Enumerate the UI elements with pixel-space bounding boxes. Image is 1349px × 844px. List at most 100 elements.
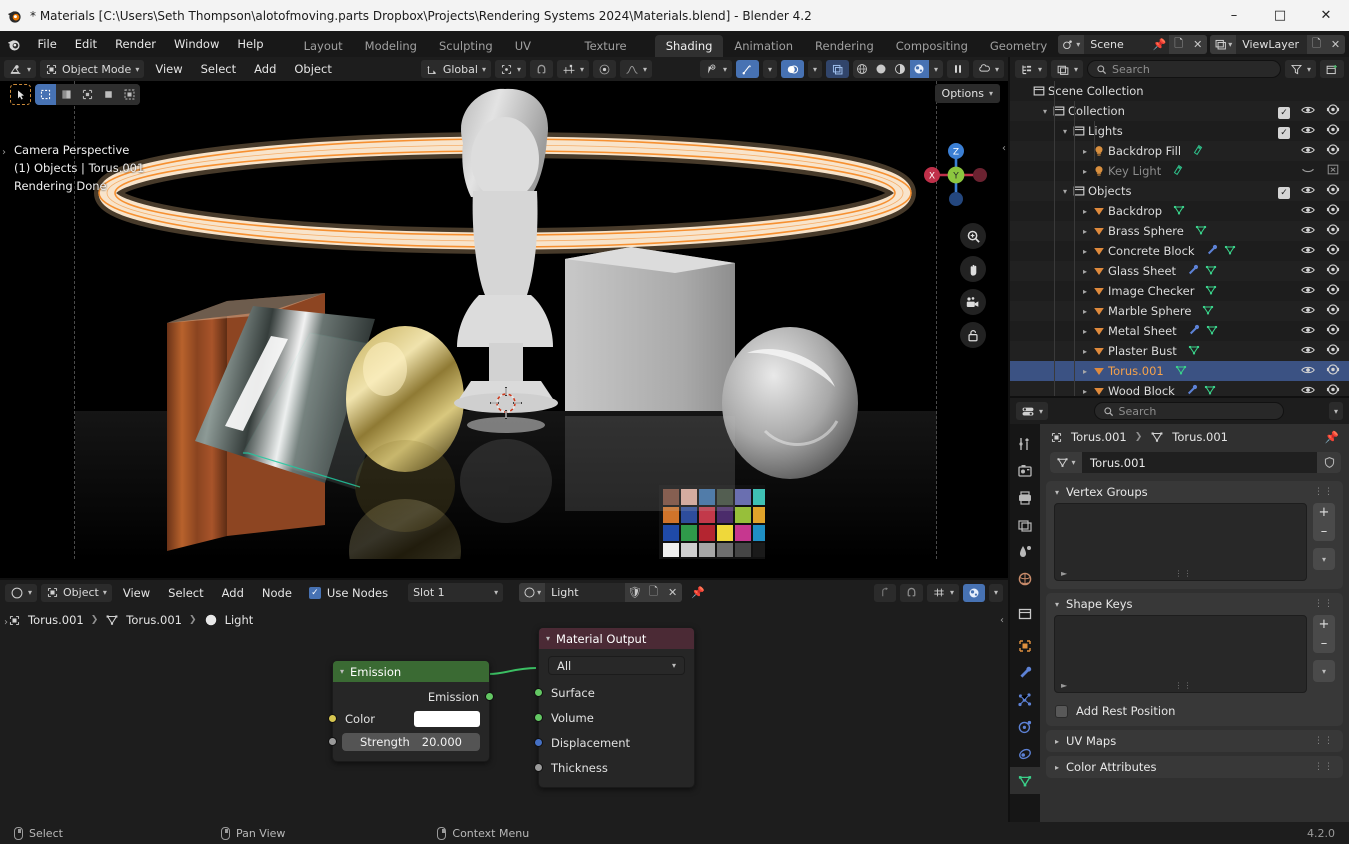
- panel-grip-icon[interactable]: ⋮⋮: [1314, 599, 1334, 609]
- disable-in-renders-icon[interactable]: [1326, 383, 1340, 397]
- meshdata-icon[interactable]: [1204, 283, 1218, 300]
- panel-color-attributes[interactable]: ▸ Color Attributes ⋮⋮: [1046, 756, 1343, 778]
- new-material-icon[interactable]: 🗋: [644, 583, 664, 602]
- remove-shape-key-button[interactable]: –: [1313, 634, 1335, 653]
- disable-in-renders-icon[interactable]: [1326, 163, 1340, 179]
- exclude-checkbox[interactable]: ✓: [1278, 124, 1290, 139]
- chevron-right-icon[interactable]: ▸: [1055, 737, 1059, 746]
- expand-toggle-icon[interactable]: ▸: [1080, 267, 1090, 276]
- meshdata-icon[interactable]: [1223, 243, 1237, 260]
- expand-toggle-icon[interactable]: ▾: [1060, 127, 1070, 136]
- disable-in-renders-icon[interactable]: [1326, 263, 1340, 279]
- zoom-icon[interactable]: [960, 223, 986, 249]
- expand-toggle-icon[interactable]: ▸: [1080, 147, 1090, 156]
- hide-in-viewport-icon[interactable]: [1301, 144, 1315, 159]
- fake-user-shield-icon[interactable]: [1317, 452, 1341, 473]
- panel-uv-maps-header[interactable]: ▸ UV Maps ⋮⋮: [1046, 730, 1343, 752]
- transform-orientation-selector[interactable]: Global ▾: [420, 60, 491, 78]
- meshdata-icon[interactable]: [1205, 323, 1219, 340]
- toggle-perspective-lock-icon[interactable]: [960, 322, 986, 348]
- select-set-icon[interactable]: [56, 84, 77, 105]
- shading-wireframe[interactable]: [852, 60, 872, 78]
- remove-scene-icon[interactable]: ✕: [1188, 34, 1208, 54]
- disable-in-renders-icon[interactable]: [1326, 363, 1340, 379]
- shader-menu-select[interactable]: Select: [161, 581, 210, 605]
- menu-render[interactable]: Render: [106, 31, 165, 57]
- hide-in-viewport-icon[interactable]: [1301, 204, 1315, 219]
- disable-in-renders-icon[interactable]: [1326, 323, 1340, 339]
- disable-in-renders-icon[interactable]: [1326, 343, 1340, 359]
- tab-shading[interactable]: Shading: [654, 35, 724, 57]
- outliner-search-input[interactable]: Search: [1087, 60, 1281, 78]
- tweak-tool-icon[interactable]: [10, 84, 31, 105]
- properties-content[interactable]: Torus.001 ❯ Torus.001 📌 ▾ Torus.001 ▾ Ve…: [1040, 424, 1349, 822]
- expand-toggle-icon[interactable]: ▾: [1040, 107, 1050, 116]
- expand-toggle-icon[interactable]: ▸: [1080, 347, 1090, 356]
- expand-toggle-icon[interactable]: ▸: [1080, 207, 1090, 216]
- panel-color-attributes-header[interactable]: ▸ Color Attributes ⋮⋮: [1046, 756, 1343, 778]
- shader-type-selector[interactable]: Object ▾: [41, 583, 112, 602]
- node-snap-settings-icon[interactable]: ▾: [926, 583, 959, 602]
- scene-selector[interactable]: ▾ Scene 📌 🗋 ✕: [1058, 34, 1208, 54]
- pin-material-icon[interactable]: 📌: [686, 584, 710, 602]
- hide-in-viewport-icon[interactable]: [1301, 124, 1315, 139]
- node-sidebar-collapse-left-icon[interactable]: ›: [4, 617, 8, 628]
- hide-in-viewport-icon[interactable]: [1301, 224, 1315, 239]
- shape-key-specials-menu[interactable]: ▾: [1313, 660, 1335, 682]
- material-slot-selector[interactable]: Slot 1 ▾: [408, 583, 504, 602]
- camera-view-icon[interactable]: [960, 289, 986, 315]
- outliner-row-plaster-bust[interactable]: ▸ Plaster Bust: [1010, 341, 1349, 361]
- panel-vertex-groups[interactable]: ▾ Vertex Groups ⋮⋮ ► ⋮⋮ + – ▾: [1046, 481, 1343, 589]
- shading-solid[interactable]: [871, 60, 891, 78]
- expand-toggle-icon[interactable]: ▸: [1080, 167, 1090, 176]
- material-output-node-header[interactable]: ▾ Material Output: [539, 628, 694, 649]
- outliner-editor[interactable]: ▾ ▾ Search ▾ Scene Collection ▾ Collection…: [1010, 57, 1349, 397]
- expand-toggle-icon[interactable]: ▸: [1080, 327, 1090, 336]
- shader-editor-type-selector[interactable]: ▾: [5, 583, 38, 602]
- parent-node-tree-icon[interactable]: [873, 583, 896, 602]
- disable-in-renders-icon[interactable]: [1326, 103, 1340, 119]
- outliner-row-glass-sheet[interactable]: ▸ Glass Sheet: [1010, 261, 1349, 281]
- expand-toggle-icon[interactable]: ▸: [1080, 227, 1090, 236]
- snap-settings[interactable]: ▾: [556, 60, 589, 78]
- tab-world[interactable]: [1010, 565, 1040, 592]
- properties-search-input[interactable]: Search: [1093, 402, 1284, 420]
- tab-physics[interactable]: [1010, 713, 1040, 740]
- panel-uv-maps[interactable]: ▸ UV Maps ⋮⋮: [1046, 730, 1343, 752]
- disable-in-renders-icon[interactable]: [1326, 223, 1340, 239]
- tab-geometry-nodes[interactable]: Geometry N: [979, 35, 1058, 75]
- outliner-row-wood-block[interactable]: ▸ Wood Block: [1010, 381, 1349, 397]
- viewlayer-selector[interactable]: ▾ ViewLayer 🗋 ✕: [1210, 34, 1345, 54]
- properties-editor-type-selector[interactable]: ▾: [1016, 402, 1049, 420]
- navigation-gizmo[interactable]: Z X Y: [918, 137, 994, 213]
- overlays-settings[interactable]: ▾: [807, 60, 822, 78]
- disable-in-renders-icon[interactable]: [1326, 283, 1340, 299]
- gizmo-toggle[interactable]: [735, 60, 759, 78]
- fake-user-shield-icon[interactable]: 🛡: [625, 583, 645, 602]
- tab-particles[interactable]: [1010, 686, 1040, 713]
- outliner-row-torus-001[interactable]: ▸ Torus.001: [1010, 361, 1349, 381]
- gizmo-settings[interactable]: ▾: [762, 60, 777, 78]
- disable-in-renders-icon[interactable]: [1326, 123, 1340, 139]
- outliner-row-scene-collection[interactable]: Scene Collection: [1010, 81, 1349, 101]
- modifier-icon[interactable]: [1185, 383, 1199, 398]
- vertex-groups-list[interactable]: ► ⋮⋮: [1054, 503, 1307, 581]
- overlays-toggle[interactable]: [780, 60, 804, 78]
- outliner-display-mode-selector[interactable]: ▾: [1051, 60, 1084, 78]
- hide-in-viewport-icon[interactable]: [1301, 384, 1315, 398]
- unlink-material-icon[interactable]: ✕: [663, 583, 683, 602]
- tab-sculpting[interactable]: Sculpting: [428, 35, 504, 57]
- shader-menu-add[interactable]: Add: [215, 581, 251, 605]
- sidebar-collapse-icon[interactable]: ‹: [1002, 143, 1006, 154]
- add-vertex-group-button[interactable]: +: [1313, 503, 1335, 522]
- vertex-group-specials-menu[interactable]: ▾: [1313, 548, 1335, 570]
- tab-modeling[interactable]: Modeling: [354, 35, 428, 57]
- hide-in-viewport-icon[interactable]: [1301, 164, 1315, 179]
- viewport-menu-add[interactable]: Add: [247, 57, 283, 81]
- select-extend-icon[interactable]: [77, 84, 98, 105]
- minimize-button[interactable]: –: [1211, 0, 1257, 31]
- tab-object-data[interactable]: [1010, 767, 1040, 794]
- disable-in-renders-icon[interactable]: [1326, 203, 1340, 219]
- hide-in-viewport-icon[interactable]: [1301, 244, 1315, 259]
- shading-material-preview[interactable]: [890, 60, 910, 78]
